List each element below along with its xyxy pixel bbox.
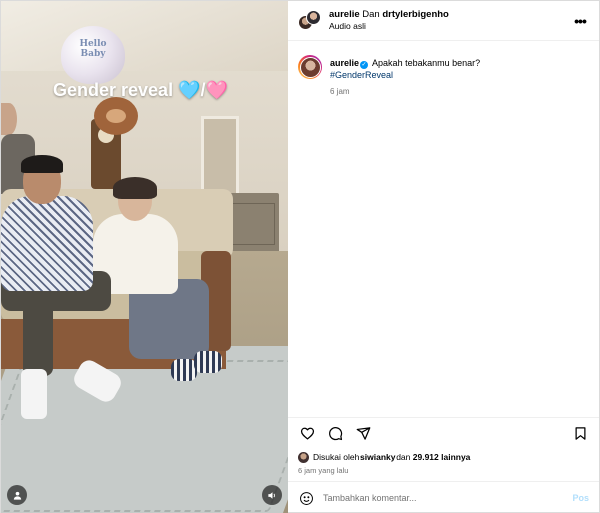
likes-suffix[interactable]: lainnya (441, 452, 470, 462)
action-bar (288, 417, 599, 449)
more-options-button[interactable]: ••• (571, 12, 589, 30)
caption-time[interactable]: 6 jam (330, 87, 480, 98)
header-collaborator-link[interactable]: drtylerbigenho (382, 9, 449, 20)
bookmark-icon (575, 427, 585, 440)
post-timestamp[interactable]: 6 jam yang lalu (288, 465, 599, 481)
likes-summary: Disukai oleh siwianky dan 29.912 lainnya (288, 449, 599, 465)
comment-icon (328, 427, 342, 441)
heart-icon (300, 427, 314, 440)
post-header: aurelie Dan drtylerbigenho Audio asli ••… (288, 1, 599, 41)
collab-avatars[interactable] (298, 9, 321, 32)
hashtag-link[interactable]: #GenderReveal (330, 69, 480, 81)
post-comment-button[interactable]: Pos (572, 493, 589, 503)
save-button[interactable] (571, 425, 589, 443)
header-usernames: aurelie Dan drtylerbigenho (329, 9, 571, 21)
share-icon (356, 427, 370, 440)
blue-heart-emoji: 🩵 (178, 80, 201, 100)
video-frame-ceiling (1, 1, 288, 71)
audio-link[interactable]: Audio asli (329, 21, 571, 32)
video-frame-shoe-right (194, 351, 222, 373)
overlay-title-text: Gender reveal (53, 80, 174, 100)
header-connector: Dan (362, 9, 380, 21)
share-button[interactable] (354, 425, 372, 443)
tagged-people-button[interactable] (7, 485, 27, 505)
comments-section: aurelie ✓ Apakah tebakanmu benar? #Gender… (288, 41, 599, 417)
video-frame-sock-left (21, 369, 47, 419)
add-comment-bar: Pos (288, 481, 599, 513)
caption-avatar[interactable] (298, 55, 322, 79)
comment-button[interactable] (326, 425, 344, 443)
verified-badge-icon: ✓ (360, 61, 369, 69)
likes-prefix: Disukai oleh (313, 452, 360, 462)
liker-username-link[interactable]: siwianky (360, 452, 395, 462)
video-frame-man-shin (23, 296, 53, 376)
header-username-link[interactable]: aurelie (329, 9, 360, 20)
header-text: aurelie Dan drtylerbigenho Audio asli (329, 9, 571, 32)
caption: aurelie ✓ Apakah tebakanmu benar? #Gender… (298, 55, 589, 98)
like-button[interactable] (298, 425, 316, 443)
comment-input[interactable] (323, 493, 573, 503)
video-frame-man-hair (21, 155, 63, 173)
instagram-post: Hello Baby Gender reveal 🩵/🩷 aurelie Dan (0, 0, 600, 513)
post-video[interactable]: Hello Baby Gender reveal 🩵/🩷 (1, 1, 288, 513)
caption-body: aurelie ✓ Apakah tebakanmu benar? #Gender… (330, 55, 480, 98)
caption-avatar-image (299, 56, 321, 78)
balloon-text: Hello Baby (79, 39, 107, 59)
pink-heart-emoji: 🩷 (205, 80, 228, 100)
speaker-icon (267, 491, 275, 499)
video-frame-man-body (1, 196, 93, 291)
video-frame-person-back-head (1, 103, 17, 135)
avatar-collaborator (306, 9, 321, 25)
video-frame-bear-balloon (94, 97, 138, 135)
mute-button[interactable] (262, 485, 282, 505)
caption-text: Apakah tebakanmu benar? (372, 58, 481, 68)
liker-avatar[interactable] (298, 451, 309, 463)
caption-username-link[interactable]: aurelie (330, 58, 359, 68)
video-overlay-title: Gender reveal 🩵/🩷 (53, 80, 228, 101)
video-frame-woman-hair (113, 177, 157, 199)
post-details-panel: aurelie Dan drtylerbigenho Audio asli ••… (288, 1, 599, 513)
person-tag-icon (13, 491, 21, 500)
likes-middle: dan (396, 452, 411, 462)
emoji-picker-button[interactable] (298, 490, 315, 507)
likes-count-link[interactable]: 29.912 (413, 452, 439, 462)
smiley-icon (300, 491, 313, 505)
